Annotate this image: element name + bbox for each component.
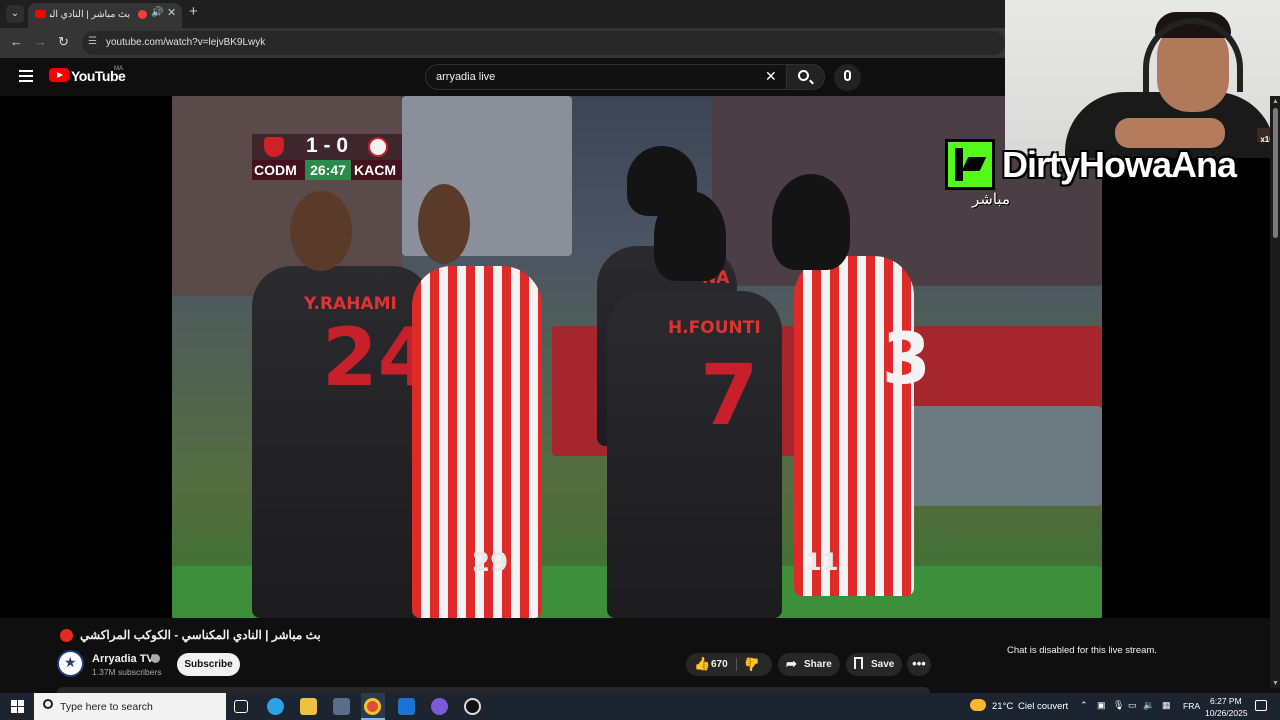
score: 1 - 0 [305,134,349,157]
voice-search-button[interactable] [834,64,861,91]
like-divider [736,658,737,671]
codm-crest-icon [264,137,284,157]
system-time[interactable]: 6:27 PM [1210,696,1242,706]
score-row: 1 - 0 [252,134,402,160]
kick-username: DirtyHowaAna [1002,144,1237,185]
show-hidden-icons-chevron-icon[interactable]: ⌃ [1080,700,1088,711]
tab-search-menu-button[interactable]: ⌄ [6,5,24,23]
player-24-head [290,191,352,271]
cloudy-weather-icon[interactable] [970,699,986,711]
discord-icon[interactable] [431,698,448,715]
tab-title: بث مباشر | النادي المكنا... [50,9,130,20]
recording-indicator-icon [138,10,147,19]
weather-description[interactable]: Ciel couvert [1018,701,1068,712]
windows-start-icon[interactable] [11,700,24,713]
back-arrow-icon[interactable]: ← [10,34,23,49]
shorts-number-11: 11 [805,548,839,576]
player-7-name: H.FOUNTI [668,318,761,338]
taskbar-search-placeholder[interactable]: Type here to search [60,701,153,713]
youtube-favicon-icon [35,10,46,18]
microsoft-store-icon[interactable] [333,698,350,715]
channel-name[interactable]: Arryadia TV [92,653,154,665]
webcam-overlay [1005,0,1280,158]
close-tab-icon[interactable]: ✕ [167,6,176,19]
tray-app-icon[interactable]: ▣ [1097,700,1106,711]
bench-players [912,406,1102,506]
clear-search-icon[interactable]: ✕ [765,68,777,85]
microphone-tray-icon[interactable]: 🎙 [1113,700,1124,711]
thumbs-up-icon[interactable]: 👍 [694,656,710,672]
save-label: Save [871,659,895,670]
like-dislike-group: 👍 670 👍 [686,653,772,676]
player-striped-right-number: 3 [882,318,931,400]
kick-live-label: مباشر [972,191,1010,208]
share-label: Share [804,659,832,670]
volume-icon[interactable]: 🔉 [1143,700,1154,711]
file-explorer-icon[interactable] [300,698,317,715]
browser-tab[interactable]: بث مباشر | النادي المكنا... 🔊 ✕ [28,3,182,28]
search-icon [43,699,53,709]
player-7-number: 7 [700,346,759,444]
player-striped-right-head [772,174,850,270]
subscriber-count: 1.37M subscribers [92,667,162,677]
microphone-icon [844,70,851,81]
obs-icon[interactable] [464,698,481,715]
save-button[interactable]: Save [846,653,902,676]
video-title: بث مباشر | النادي المكناسي - الكوكب المر… [80,628,321,642]
scroll-down-arrow-icon[interactable]: ▼ [1272,680,1279,687]
address-bar[interactable]: ☰ youtube.com/watch?v=lejvBK9Lwyk [82,31,1005,55]
task-view-icon[interactable] [234,700,248,713]
country-code: MA [114,66,123,72]
like-count[interactable]: 670 [711,659,728,670]
more-actions-button[interactable]: ••• [907,653,931,676]
weather-temperature[interactable]: 21°C [992,701,1013,712]
windows-taskbar: Type here to search 21°C Ciel couvert ⌃ … [0,693,1280,720]
menu-icon[interactable] [19,70,33,82]
speaker-icon[interactable]: 🔊 [151,7,163,18]
site-info-icon[interactable]: ☰ [88,36,97,47]
search-icon [798,70,809,81]
scoreboard: 1 - 0 CODM 26:47 KACM [252,134,402,184]
bookmark-icon [854,657,863,669]
subscribe-button[interactable]: Subscribe [177,653,240,676]
channel-avatar[interactable] [57,650,84,677]
youtube-logo-icon[interactable] [49,68,69,82]
away-team: KACM [354,162,396,178]
player-striped-left-head [418,184,470,264]
search-button[interactable] [787,64,825,90]
taskbar-search-input[interactable]: Type here to search [34,693,226,720]
new-tab-button[interactable]: + [189,3,198,20]
search-input[interactable]: arryadia live ✕ [425,64,787,90]
chat-disabled-notice: Chat is disabled for this live stream. [1007,645,1157,656]
share-button[interactable]: ➦ Share [778,653,840,676]
home-team: CODM [254,162,297,178]
search-query-text[interactable]: arryadia live [436,71,495,83]
kick-logo-icon [945,139,995,190]
player-striped-right [794,256,914,596]
shorts-number-29: 29 [472,548,509,578]
input-language[interactable]: FRA [1183,701,1200,711]
live-indicator-icon [60,629,73,642]
scroll-up-arrow-icon[interactable]: ▲ [1272,98,1279,105]
notification-center-icon[interactable] [1255,700,1267,711]
thumbs-down-icon[interactable]: 👍 [744,656,760,672]
url-text[interactable]: youtube.com/watch?v=lejvBK9Lwyk [106,37,265,48]
share-icon: ➦ [786,656,797,671]
network-icon[interactable]: ▦ [1162,700,1171,711]
edge-browser-icon[interactable] [267,698,284,715]
kacm-crest-icon [368,137,388,157]
forward-arrow-icon[interactable]: → [34,34,47,49]
chrome-icon[interactable] [364,698,381,715]
display-tray-icon[interactable]: ▭ [1128,700,1137,711]
player-7 [607,291,782,618]
verified-badge-icon [151,654,160,663]
outlook-icon[interactable] [398,698,415,715]
player-7-head [654,191,726,281]
scrollbar-thumb[interactable] [1273,108,1278,238]
system-date[interactable]: 10/26/2025 [1205,708,1248,718]
reload-icon[interactable]: ↻ [58,34,69,50]
team-clock-row: CODM 26:47 KACM [252,160,402,180]
match-clock: 26:47 [305,160,351,180]
